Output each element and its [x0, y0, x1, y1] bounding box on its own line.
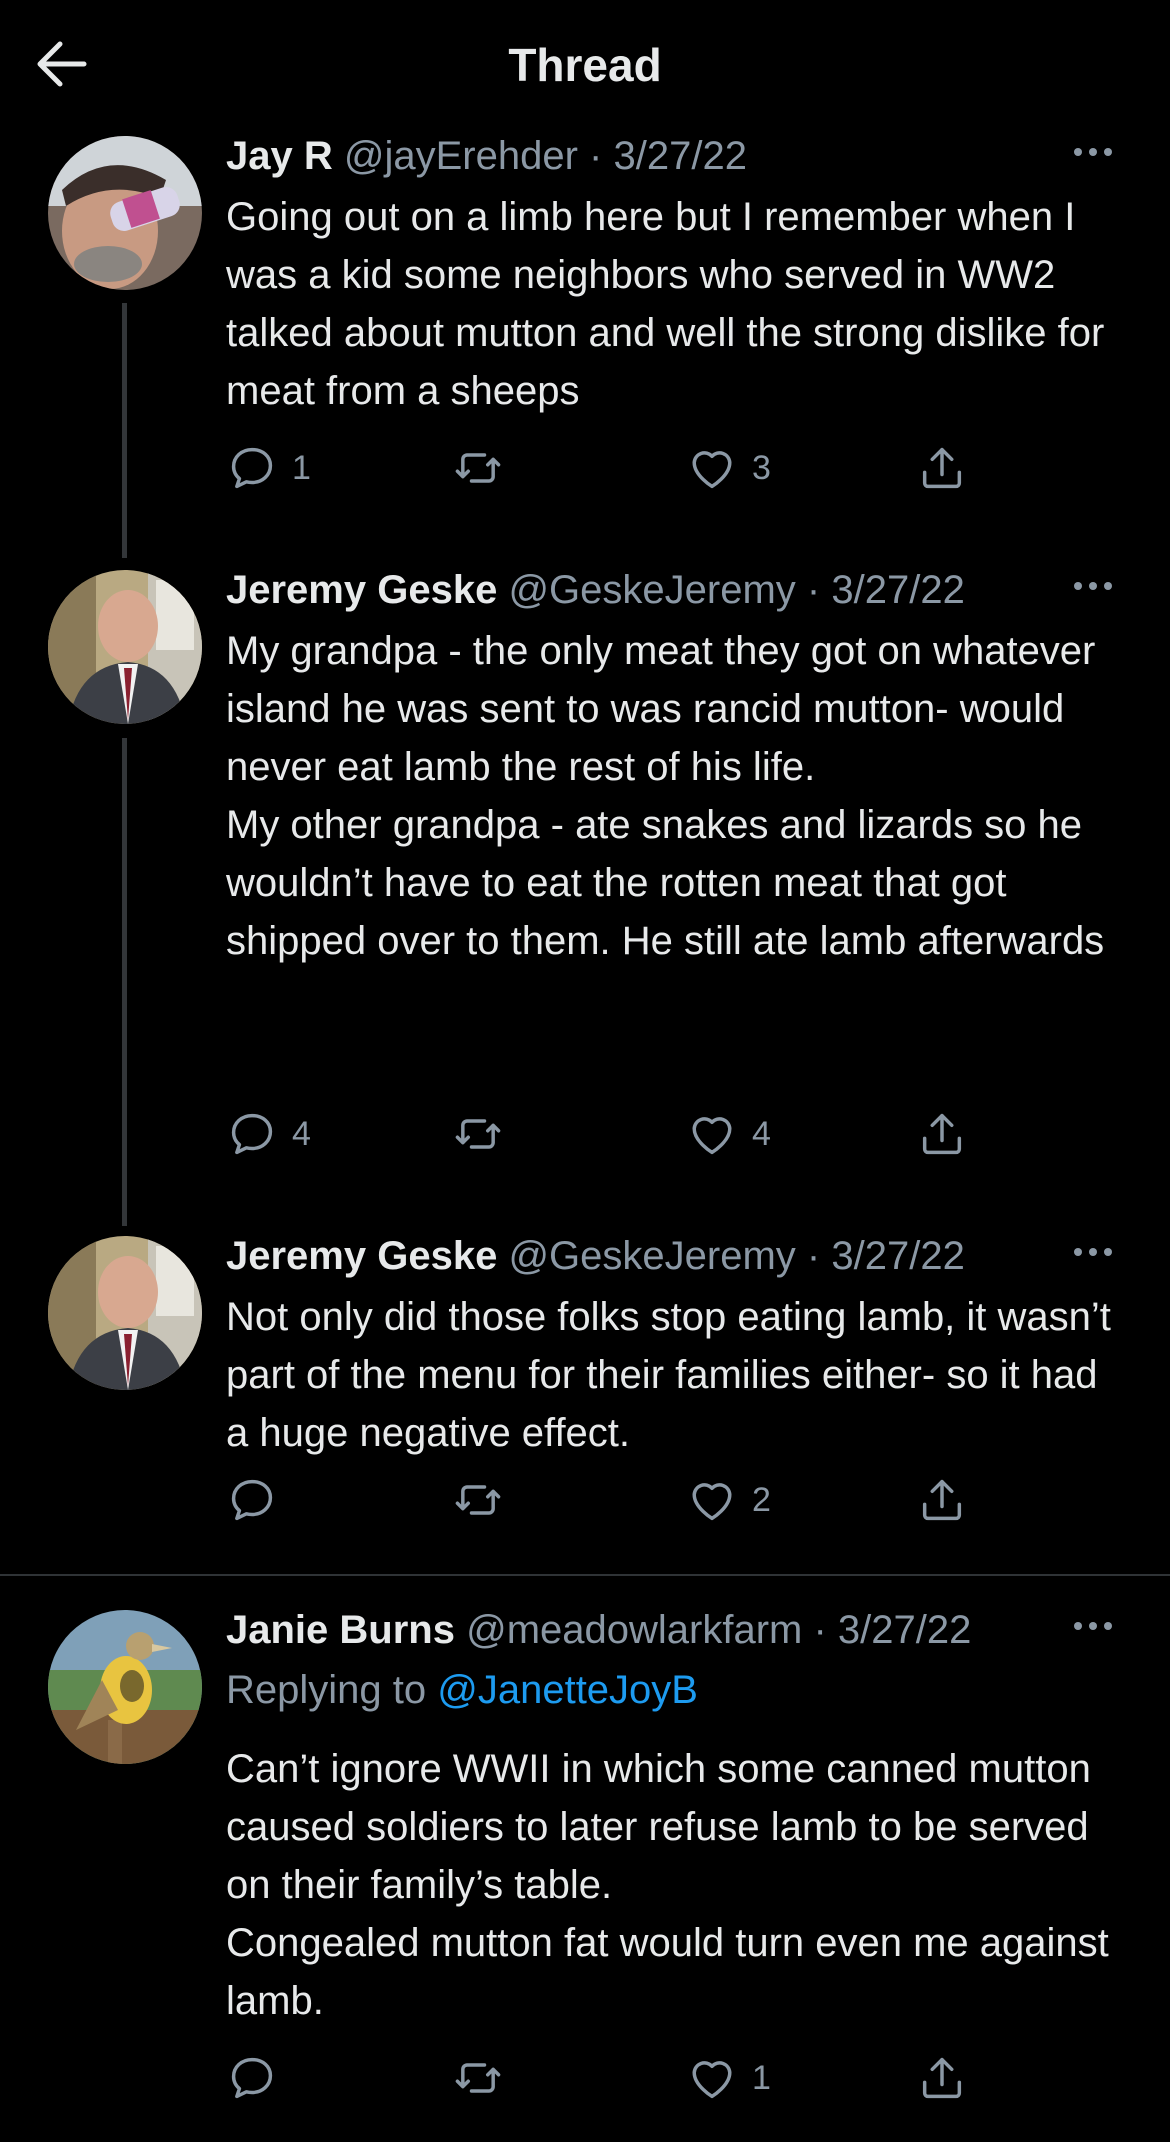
- replying-to-label: Replying to: [226, 1668, 438, 1712]
- tweet-header: Jeremy Geske @GeskeJeremy · 3/27/22: [226, 562, 965, 618]
- tweet-text: Can’t ignore WWII in which some canned m…: [226, 1747, 1109, 2023]
- heart-icon: [692, 2061, 732, 2099]
- tweet-header: Jeremy Geske @GeskeJeremy · 3/27/22: [226, 1228, 965, 1284]
- avatar[interactable]: [48, 1610, 202, 1764]
- heart-icon: [692, 1483, 732, 1521]
- share-icon: [922, 1113, 962, 1155]
- share-icon: [922, 447, 962, 489]
- handle[interactable]: @meadowlarkfarm: [466, 1608, 802, 1652]
- more-dots-icon: [1074, 582, 1112, 590]
- like-button[interactable]: 2: [686, 1472, 771, 1528]
- reply-count: 1: [292, 448, 311, 487]
- heart-icon: [692, 451, 732, 489]
- tweet-date[interactable]: 3/27/22: [614, 134, 747, 178]
- tweet-header: Janie Burns @meadowlarkfarm · 3/27/22: [226, 1602, 971, 1658]
- share-button[interactable]: [916, 440, 968, 496]
- like-count: 1: [752, 2058, 771, 2097]
- display-name[interactable]: Jeremy Geske: [226, 568, 497, 612]
- tweet-text: Going out on a limb here but I remember …: [226, 195, 1105, 413]
- tweet[interactable]: Jeremy Geske @GeskeJeremy · 3/27/22 Not …: [0, 1228, 1170, 1568]
- retweet-icon: [455, 1119, 501, 1149]
- more-dots-icon: [1074, 148, 1112, 156]
- retweet-button[interactable]: [452, 1472, 518, 1528]
- more-options-button[interactable]: [1068, 1232, 1118, 1272]
- page-title: Thread: [508, 39, 662, 91]
- top-bar: Thread: [0, 0, 1170, 130]
- tweet-text: My grandpa - the only meat they got on w…: [226, 629, 1105, 963]
- like-button[interactable]: 3: [686, 440, 771, 496]
- separator: ·: [806, 568, 821, 612]
- heart-icon: [692, 1117, 732, 1155]
- share-icon: [922, 1479, 962, 1521]
- like-count: 2: [752, 1480, 771, 1519]
- display-name[interactable]: Janie Burns: [226, 1608, 455, 1652]
- more-options-button[interactable]: [1068, 566, 1118, 606]
- reply-icon: [231, 1113, 273, 1155]
- retweet-button[interactable]: [452, 1106, 518, 1162]
- share-button[interactable]: [916, 1472, 968, 1528]
- more-dots-icon: [1074, 1622, 1112, 1630]
- tweet-header: Jay R @jayErehder · 3/27/22: [226, 128, 747, 184]
- reply-button[interactable]: 1: [226, 440, 311, 496]
- separator: ·: [589, 134, 603, 178]
- handle[interactable]: @jayErehder: [344, 134, 578, 178]
- reply-icon: [231, 447, 273, 489]
- like-button[interactable]: 1: [686, 2050, 771, 2106]
- like-button[interactable]: 4: [686, 1106, 771, 1162]
- retweet-icon: [455, 1485, 501, 1515]
- tweet-date[interactable]: 3/27/22: [831, 1234, 964, 1278]
- handle[interactable]: @GeskeJeremy: [508, 568, 795, 612]
- tweet-actions: 4 4: [226, 1106, 986, 1162]
- reply-button[interactable]: 4: [226, 1106, 311, 1162]
- tweet-date[interactable]: 3/27/22: [838, 1608, 971, 1652]
- tweet[interactable]: Jay R @jayErehder · 3/27/22 Going out on…: [0, 128, 1170, 508]
- tweet[interactable]: Janie Burns @meadowlarkfarm · 3/27/22 Re…: [0, 1602, 1170, 2142]
- reply-button[interactable]: [226, 1472, 292, 1528]
- share-icon: [922, 2057, 962, 2099]
- tweet-date[interactable]: 3/27/22: [831, 568, 964, 612]
- separator: ·: [813, 1608, 827, 1652]
- retweet-button[interactable]: [452, 2050, 518, 2106]
- tweet-text: Not only did those folks stop eating lam…: [226, 1295, 1111, 1455]
- like-count: 3: [752, 448, 771, 487]
- retweet-icon: [455, 2063, 501, 2093]
- replying-to-link[interactable]: @JanetteJoyB: [437, 1668, 698, 1712]
- more-options-button[interactable]: [1068, 132, 1118, 172]
- reply-button[interactable]: [226, 2050, 292, 2106]
- avatar[interactable]: [48, 570, 202, 724]
- tweet-actions: 1: [226, 2050, 986, 2106]
- tweet-actions: 1 3: [226, 440, 986, 496]
- avatar[interactable]: [48, 1236, 202, 1390]
- share-button[interactable]: [916, 2050, 968, 2106]
- handle[interactable]: @GeskeJeremy: [508, 1234, 795, 1278]
- retweet-icon: [455, 453, 501, 483]
- tweet[interactable]: Jeremy Geske @GeskeJeremy · 3/27/22 My g…: [0, 562, 1170, 1212]
- reply-count: 4: [292, 1114, 311, 1153]
- avatar[interactable]: [48, 136, 202, 290]
- more-options-button[interactable]: [1068, 1606, 1118, 1646]
- replying-to: Replying to @JanetteJoyB: [226, 1662, 698, 1718]
- divider: [0, 1574, 1170, 1576]
- display-name[interactable]: Jay R: [226, 134, 333, 178]
- like-count: 4: [752, 1114, 771, 1153]
- retweet-button[interactable]: [452, 440, 518, 496]
- reply-icon: [231, 2057, 273, 2099]
- separator: ·: [806, 1234, 821, 1278]
- display-name[interactable]: Jeremy Geske: [226, 1234, 497, 1278]
- more-dots-icon: [1074, 1248, 1112, 1256]
- reply-icon: [231, 1479, 273, 1521]
- share-button[interactable]: [916, 1106, 968, 1162]
- tweet-actions: 2: [226, 1472, 986, 1528]
